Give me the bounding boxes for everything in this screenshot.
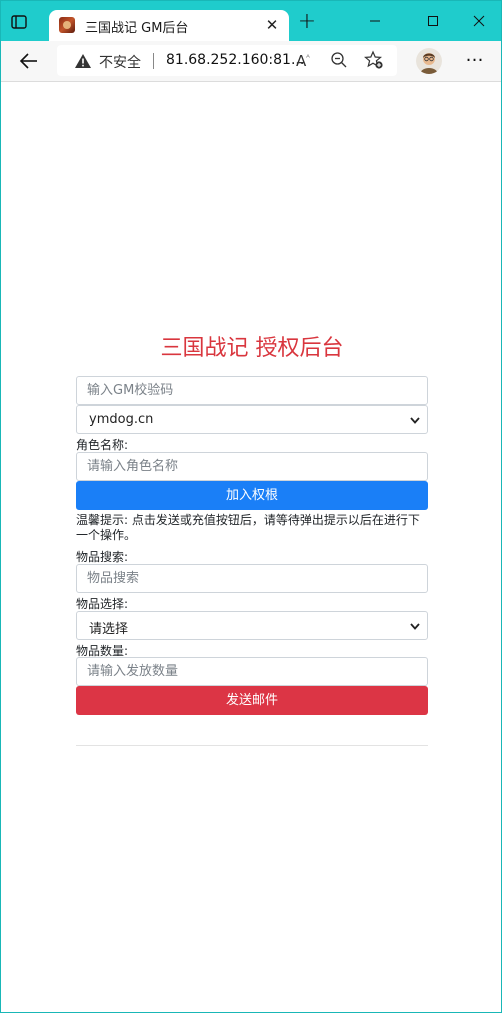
- navigation-bar: 不安全 81.68.252.160:81... Aᴬ …: [1, 41, 501, 82]
- server-select[interactable]: ymdog.cn: [76, 405, 428, 434]
- chevron-down-icon: [410, 417, 420, 424]
- quantity-input[interactable]: [76, 657, 428, 686]
- security-status-label[interactable]: 不安全: [99, 52, 141, 72]
- gm-code-input[interactable]: [76, 376, 428, 405]
- item-select-value: 请选择: [89, 622, 129, 637]
- add-permission-button[interactable]: 加入权根: [76, 481, 428, 510]
- chevron-down-icon: [410, 623, 420, 630]
- read-aloud-glyph: A: [296, 52, 307, 70]
- address-separator: [153, 53, 154, 69]
- role-name-input[interactable]: [76, 452, 428, 481]
- maximize-button[interactable]: [422, 11, 444, 31]
- tab-actions-icon[interactable]: [9, 12, 29, 32]
- back-arrow-icon[interactable]: [18, 51, 40, 71]
- tab-close-icon[interactable]: ✕: [263, 16, 281, 34]
- tab-title: 三国战记 GM后台: [85, 21, 189, 36]
- send-mail-button[interactable]: 发送邮件: [76, 686, 428, 715]
- more-options-icon[interactable]: …: [464, 47, 486, 71]
- divider: [76, 745, 428, 746]
- profile-avatar[interactable]: [416, 48, 442, 74]
- active-tab[interactable]: 三国战记 GM后台 ✕: [49, 10, 289, 41]
- notice-text: 温馨提示: 点击发送或充值按钮后，请等待弹出提示以后在进行下一个操作。: [76, 513, 420, 542]
- warning-icon[interactable]: [74, 53, 92, 69]
- browser-window: 三国战记 GM后台 ✕ + 不安全 81.68.252.160:81... Aᴬ…: [0, 0, 502, 1013]
- zoom-out-icon[interactable]: [330, 51, 348, 69]
- new-tab-button[interactable]: +: [297, 11, 317, 33]
- address-bar[interactable]: 不安全 81.68.252.160:81... Aᴬ: [57, 45, 397, 76]
- page-content: 三国战记 授权后台 ymdog.cn 角色名称: 加入权根 温馨提示: 点击发送…: [1, 82, 501, 1012]
- minimize-button[interactable]: [364, 11, 386, 31]
- server-select-value: ymdog.cn: [89, 412, 154, 427]
- item-select[interactable]: 请选择: [76, 611, 428, 640]
- read-aloud-icon[interactable]: Aᴬ: [296, 52, 310, 70]
- role-name-label: 角色名称:: [76, 438, 129, 452]
- item-search-input[interactable]: [76, 564, 428, 593]
- url-text[interactable]: 81.68.252.160:81...: [166, 52, 304, 68]
- item-select-label: 物品选择:: [76, 597, 129, 611]
- item-search-label: 物品搜索:: [76, 550, 129, 564]
- title-bar: 三国战记 GM后台 ✕ +: [1, 1, 501, 41]
- close-window-button[interactable]: [468, 11, 490, 31]
- page-title: 三国战记 授权后台: [160, 336, 344, 361]
- site-favicon-icon: [59, 17, 75, 33]
- add-favorite-icon[interactable]: [363, 50, 384, 70]
